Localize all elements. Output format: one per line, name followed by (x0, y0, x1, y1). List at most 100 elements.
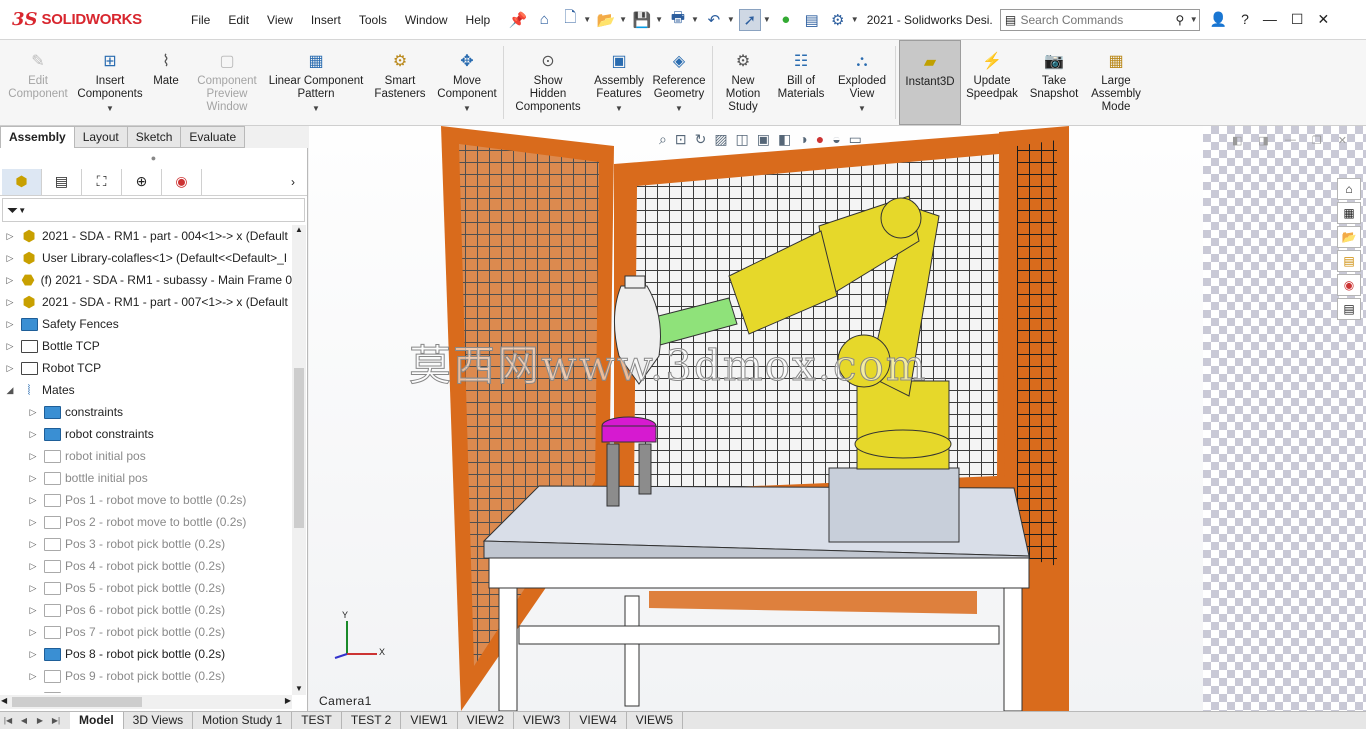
ribbon-snapshot-button[interactable]: 📷 Take Snapshot (1023, 40, 1085, 125)
search-dropdown-icon[interactable]: ▼ (1190, 15, 1199, 24)
expand-arrow-icon[interactable]: ▷ (27, 693, 39, 694)
tree-item[interactable]: ▷ Safety Fences (0, 313, 292, 335)
feature-manager-tab-icon[interactable]: ⬢ (2, 168, 42, 195)
chevron-right-icon[interactable]: › (291, 175, 307, 189)
expand-arrow-icon[interactable]: ▷ (27, 649, 39, 660)
pin-icon[interactable]: 📌 (507, 9, 529, 31)
chevron-down-icon[interactable]: ▼ (615, 102, 623, 115)
ribbon-exploded-view-button[interactable]: ⛬ Exploded View ▼ (832, 40, 892, 125)
select-pointer-icon[interactable]: ➚ (738, 8, 761, 31)
tree-item[interactable]: ▷ Pos 6 - robot pick bottle (0.2s) (0, 599, 292, 621)
property-manager-tab-icon[interactable]: ▤ (42, 168, 82, 195)
ribbon-move-component-button[interactable]: ✥ Move Component ▼ (434, 40, 500, 125)
expand-arrow-icon[interactable]: ▷ (27, 671, 39, 682)
ribbon-linear-pattern-button[interactable]: ▦ Linear Component Pattern ▼ (266, 40, 366, 125)
bottom-tab[interactable]: TEST (292, 712, 342, 729)
user-icon[interactable]: 👤 (1210, 11, 1227, 28)
restore-viewport-icon[interactable]: ❐ (1312, 134, 1322, 147)
last-tab-icon[interactable]: ▶| (48, 716, 64, 725)
tree-item[interactable]: ▷ Pos 5 - robot pick bottle (0.2s) (0, 577, 292, 599)
view-palette-icon[interactable]: ▤ (1337, 250, 1361, 272)
search-input[interactable] (1020, 12, 1176, 27)
ribbon-assembly-features-button[interactable]: ▣ Assembly Features ▼ (589, 40, 649, 125)
expand-arrow-icon[interactable]: ▷ (27, 473, 39, 484)
chevron-down-icon[interactable]: ▼ (763, 15, 771, 24)
menu-window[interactable]: Window (396, 0, 457, 40)
close-viewport-icon[interactable]: ✕ (1338, 134, 1347, 147)
view-settings-icon[interactable]: ▭ (849, 131, 862, 148)
open-folder-icon[interactable]: 📂 (595, 9, 617, 31)
search-box[interactable]: ▤ ⚲ ▼ (999, 8, 1200, 31)
close-icon[interactable]: ✕ (1317, 11, 1329, 28)
undo-icon[interactable]: ↶ (703, 9, 725, 31)
tree-item[interactable]: ▷ ⬢ 2021 - SDA - RM1 - part - 004<1>-> x (… (0, 225, 292, 247)
scroll-left-icon[interactable]: ◀ (1, 696, 7, 705)
tree-item[interactable]: ▷ robot constraints (0, 423, 292, 445)
bottom-tab[interactable]: VIEW3 (514, 712, 571, 729)
scroll-down-icon[interactable]: ▼ (292, 684, 306, 693)
menu-help[interactable]: Help (457, 0, 500, 40)
menu-file[interactable]: File (182, 0, 219, 40)
horizontal-scrollbar[interactable]: ◀ ▶ (0, 695, 292, 709)
tab-assembly[interactable]: Assembly (0, 126, 75, 148)
display-style-icon[interactable]: ◧ (778, 131, 791, 148)
expand-arrow-icon[interactable]: ▷ (4, 341, 16, 352)
next-tab-icon[interactable]: ▶ (32, 716, 48, 725)
ribbon-large-assembly-button[interactable]: ▦ Large Assembly Mode (1085, 40, 1147, 125)
hide-show-items-icon[interactable]: ◑ (799, 131, 807, 148)
home-icon[interactable]: ⌂ (533, 9, 555, 31)
expand-arrow-icon[interactable]: ▷ (27, 451, 39, 462)
tree-item[interactable]: ◢ ⦚ Mates (0, 379, 292, 401)
expand-arrow-icon[interactable]: ▷ (27, 429, 39, 440)
menu-tools[interactable]: Tools (350, 0, 396, 40)
expand-arrow-icon[interactable]: ▷ (27, 517, 39, 528)
bottom-tab[interactable]: TEST 2 (342, 712, 402, 729)
zoom-to-fit-icon[interactable]: ⌕ (659, 131, 667, 148)
bottom-tab[interactable]: 3D Views (124, 712, 194, 729)
dynamic-annotation-icon[interactable]: ◫ (736, 131, 749, 148)
expand-arrow-icon[interactable]: ▷ (27, 561, 39, 572)
solidworks-logo[interactable]: 3S SOLIDWORKS (12, 5, 162, 35)
bottom-tab[interactable]: VIEW4 (570, 712, 627, 729)
ribbon-component-preview-button[interactable]: ▢ Component Preview Window (188, 40, 266, 125)
chevron-down-icon[interactable]: ▼ (691, 15, 699, 24)
vertical-scrollbar[interactable]: ▲ ▼ (292, 225, 306, 695)
ribbon-insert-components-button[interactable]: ⊞ Insert Components ▼ (76, 40, 144, 125)
save-icon[interactable]: 💾 (631, 9, 653, 31)
tree-item[interactable]: ▷ Pos 8 - robot pick bottle (0.2s) (0, 643, 292, 665)
maximize-icon[interactable]: ☐ (1291, 11, 1304, 28)
tree-item[interactable]: ▷ Pos 9 - robot pick bottle (0.2s) (0, 665, 292, 687)
ribbon-edit-component-button[interactable]: ✎ Edit Component (0, 40, 76, 125)
minimize-viewport-icon[interactable]: — (1285, 134, 1296, 147)
dimxpert-tab-icon[interactable]: ⊕ (122, 168, 162, 195)
filter-icon[interactable]: ⏷ ▼ (2, 198, 305, 222)
new-document-icon[interactable]: 🗋 (559, 9, 581, 31)
chevron-down-icon[interactable]: ▼ (106, 102, 114, 115)
menu-view[interactable]: View (258, 0, 302, 40)
tree-item[interactable]: ▷ Robot TCP (0, 357, 292, 379)
display-manager-tab-icon[interactable]: ◉ (162, 168, 202, 195)
bottom-tab[interactable]: VIEW2 (458, 712, 515, 729)
tree-item[interactable]: ▷ bottle initial pos (0, 467, 292, 489)
chevron-down-icon[interactable]: ▼ (851, 15, 859, 24)
ribbon-instant3d-button[interactable]: ▰ Instant3D (899, 40, 961, 125)
tree-item[interactable]: ▷ Pos 10 - robot place bottle (0.2s) (0, 687, 292, 693)
tree-item[interactable]: ▷ Pos 2 - robot move to bottle (0.2s) (0, 511, 292, 533)
view-tile2-icon[interactable]: ◨ (1258, 134, 1268, 147)
ribbon-bom-button[interactable]: ☷ Bill of Materials (770, 40, 832, 125)
expand-arrow-icon[interactable]: ▷ (27, 627, 39, 638)
prev-tab-icon[interactable]: ◀ (16, 716, 32, 725)
expand-arrow-icon[interactable]: ▷ (27, 495, 39, 506)
solidworks-resources-icon[interactable]: ⌂ (1337, 178, 1361, 200)
scroll-right-icon[interactable]: ▶ (285, 696, 291, 705)
expand-arrow-icon[interactable]: ▷ (27, 407, 39, 418)
appearances-icon[interactable]: ◉ (1337, 274, 1361, 296)
expand-arrow-icon[interactable]: ▷ (4, 297, 16, 308)
chevron-down-icon[interactable]: ▼ (312, 102, 320, 115)
tree-item[interactable]: ▷ ⬢ User Library-colafles<1> (Default<<Def… (0, 247, 292, 269)
scrollbar-thumb[interactable] (12, 697, 142, 707)
chevron-down-icon[interactable]: ▼ (463, 102, 471, 115)
configuration-manager-tab-icon[interactable]: ⛶ (82, 168, 122, 195)
tab-evaluate[interactable]: Evaluate (181, 126, 246, 148)
expand-arrow-icon[interactable]: ▷ (4, 275, 15, 286)
